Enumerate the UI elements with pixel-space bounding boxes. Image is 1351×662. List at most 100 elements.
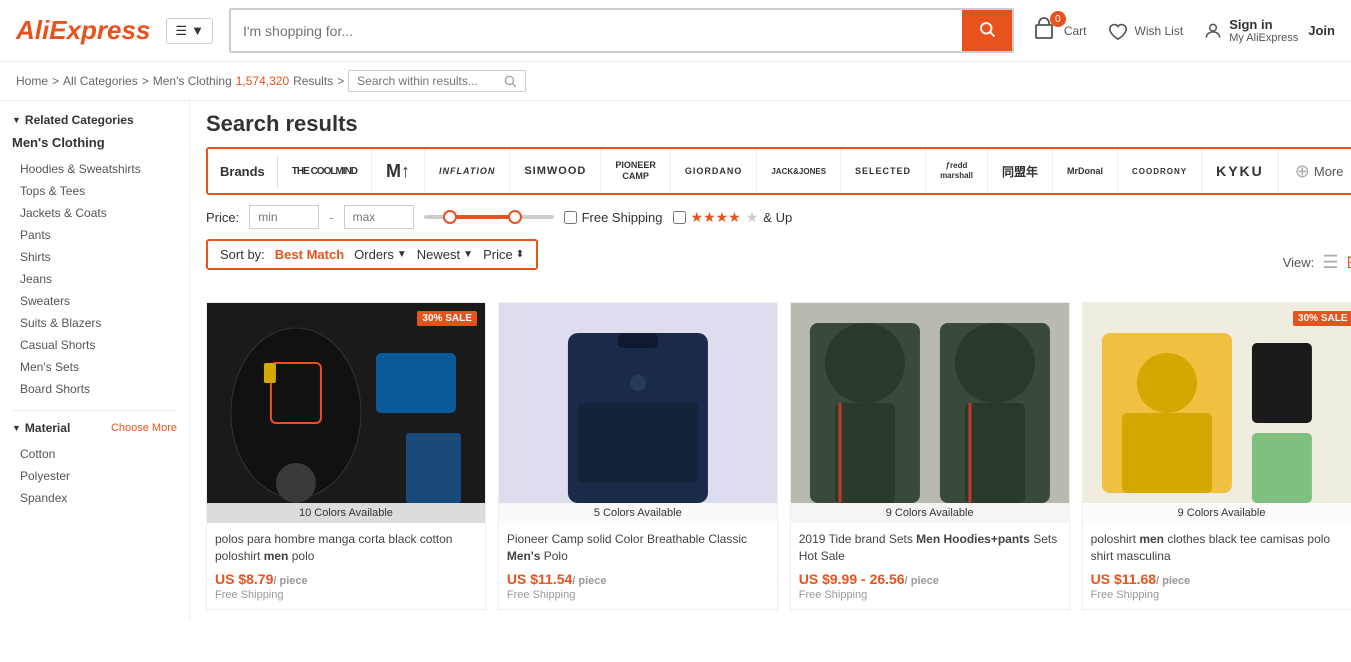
sidebar-item-suits[interactable]: Suits & Blazers <box>12 312 177 334</box>
brand-coolmind[interactable]: THE COOLMIND <box>278 149 372 193</box>
stars-full: ★★★★ <box>691 209 741 226</box>
grid-view-button[interactable]: ⊞ <box>1346 252 1351 273</box>
breadcrumb-sep1: > <box>52 74 59 88</box>
sidebar-material-spandex[interactable]: Spandex <box>12 487 177 509</box>
price-handle-right[interactable] <box>508 210 522 224</box>
view-label: View: <box>1283 255 1315 270</box>
price-min-input[interactable] <box>249 205 319 229</box>
product-price-unit-4: / piece <box>1156 575 1190 587</box>
sort-orders[interactable]: Orders▼ <box>354 247 407 262</box>
breadcrumb-home[interactable]: Home <box>16 74 48 88</box>
sidebar-item-jackets[interactable]: Jackets & Coats <box>12 202 177 224</box>
sale-badge-4: 30% SALE <box>1293 311 1351 326</box>
breadcrumb-sep2: > <box>142 74 149 88</box>
product-price-unit-3: / piece <box>905 575 939 587</box>
sort-price[interactable]: Price⬍ <box>483 247 524 262</box>
sidebar-item-pants[interactable]: Pants <box>12 224 177 246</box>
product-price-unit-2: / piece <box>572 575 606 587</box>
sort-label: Sort by: <box>220 247 265 262</box>
breadcrumb-count: 1,574,320 <box>236 74 289 88</box>
brand-pioneer[interactable]: PIONEERCAMP <box>601 149 671 193</box>
product-title-3: 2019 Tide brand Sets Men Hoodies+pants S… <box>799 531 1061 565</box>
brand-coodrony[interactable]: COODRONY <box>1118 149 1202 193</box>
price-range-slider[interactable] <box>424 215 554 219</box>
menu-toggle[interactable]: ☰ ▼ <box>166 18 213 44</box>
sidebar-item-board-shorts[interactable]: Board Shorts <box>12 378 177 400</box>
sidebar-item-shirts[interactable]: Shirts <box>12 246 177 268</box>
price-range-fill <box>450 215 515 219</box>
sidebar-item-hoodies[interactable]: Hoodies & Sweatshirts <box>12 158 177 180</box>
sidebar-item-jeans[interactable]: Jeans <box>12 268 177 290</box>
brand-m1[interactable]: M↑ <box>372 149 425 193</box>
price-max-input[interactable] <box>344 205 414 229</box>
brand-inflation[interactable]: INFLATION <box>425 149 510 193</box>
list-view-button[interactable]: ☰ <box>1322 252 1338 273</box>
view-toggle: View: ☰ ⊞ <box>1283 252 1351 273</box>
stars-checkbox[interactable] <box>673 211 686 224</box>
brand-chinese[interactable]: 同盟年 <box>988 149 1053 193</box>
product-image-2: 5 Colors Available <box>499 303 777 523</box>
product-card-4[interactable]: 30% SALE 9 Colors Available poloshirt me… <box>1082 302 1351 610</box>
search-within-icon[interactable] <box>503 74 517 88</box>
sidebar: Related Categories Men's Clothing Hoodie… <box>0 101 190 620</box>
signin-label[interactable]: Sign in <box>1229 17 1298 32</box>
logo: AliExpress <box>16 15 150 46</box>
sidebar-material-cotton[interactable]: Cotton <box>12 443 177 465</box>
product-card-1[interactable]: 30% SALE 10 Colors Available polos para … <box>206 302 486 610</box>
choose-more[interactable]: Choose More <box>111 422 177 434</box>
product-card-3[interactable]: 9 Colors Available 2019 Tide brand Sets … <box>790 302 1070 610</box>
related-categories-title: Related Categories <box>12 113 177 127</box>
brand-giordano[interactable]: GIORDANO <box>671 149 758 193</box>
stars-up-label: & Up <box>763 210 792 225</box>
price-handle-left[interactable] <box>443 210 457 224</box>
search-button[interactable] <box>962 10 1012 51</box>
brand-jack[interactable]: JACK&JONES <box>757 149 841 193</box>
breadcrumb-results-label: Results <box>293 74 333 88</box>
free-shipping-filter[interactable]: Free Shipping <box>564 210 663 225</box>
breadcrumb-category[interactable]: Men's Clothing <box>153 74 232 88</box>
product-title-4: poloshirt men clothes black tee camisas … <box>1091 531 1351 565</box>
breadcrumb-sep3: > <box>337 74 344 88</box>
join-label[interactable]: Join <box>1308 23 1335 38</box>
price-filter: Price: - Free Shipping ★★★★★ & Up <box>206 205 1351 229</box>
product-shipping-1: Free Shipping <box>215 589 477 601</box>
cart-icon-wrap: 0 <box>1030 17 1058 44</box>
stars-filter[interactable]: ★★★★★ & Up <box>673 209 793 226</box>
product-shipping-4: Free Shipping <box>1091 589 1351 601</box>
cart-button[interactable]: 0 Cart <box>1030 17 1087 44</box>
account-button[interactable]: Sign in My AliExpress Join <box>1203 17 1335 44</box>
sidebar-item-sweaters[interactable]: Sweaters <box>12 290 177 312</box>
account-icon <box>1203 20 1223 42</box>
search-within-input[interactable] <box>357 74 497 88</box>
menu-arrow: ▼ <box>191 23 204 38</box>
sidebar-item-casual-shorts[interactable]: Casual Shorts <box>12 334 177 356</box>
product-info-2: Pioneer Camp solid Color Breathable Clas… <box>499 523 777 609</box>
price-dash: - <box>329 210 333 225</box>
brand-items: THE COOLMIND M↑ INFLATION SIMWOOD PIONEE… <box>278 149 1279 193</box>
breadcrumb-all-categories[interactable]: All Categories <box>63 74 138 88</box>
brand-selected[interactable]: SELECTED <box>841 149 926 193</box>
product-price-2: US $11.54/ piece <box>507 571 769 587</box>
breadcrumb: Home > All Categories > Men's Clothing 1… <box>0 62 1351 101</box>
account-text: Sign in My AliExpress <box>1229 17 1298 44</box>
search-input[interactable] <box>231 15 962 47</box>
brand-mrdonal[interactable]: MrDonal <box>1053 149 1118 193</box>
sort-best-match[interactable]: Best Match <box>275 247 344 262</box>
myaliexpress-label[interactable]: My AliExpress <box>1229 32 1298 44</box>
content: Search results Brands THE COOLMIND M↑ IN… <box>190 101 1351 620</box>
product-price-3: US $9.99 - 26.56/ piece <box>799 571 1061 587</box>
sidebar-material-polyester[interactable]: Polyester <box>12 465 177 487</box>
more-button[interactable]: ⊕ More <box>1279 155 1351 188</box>
brand-simwood[interactable]: SIMWOOD <box>510 149 601 193</box>
wishlist-button[interactable]: Wish List <box>1107 21 1184 41</box>
sort-newest[interactable]: Newest▼ <box>417 247 473 262</box>
brands-label: Brands <box>208 156 278 187</box>
free-shipping-checkbox[interactable] <box>564 211 577 224</box>
brand-kyku[interactable]: KYKU <box>1202 149 1279 193</box>
sidebar-item-tops[interactable]: Tops & Tees <box>12 180 177 202</box>
product-card-2[interactable]: 5 Colors Available Pioneer Camp solid Co… <box>498 302 778 610</box>
product-image-3: 9 Colors Available <box>791 303 1069 523</box>
sidebar-item-mens-sets[interactable]: Men's Sets <box>12 356 177 378</box>
brand-fred[interactable]: ƒreddmarshall <box>926 149 988 193</box>
product-info-3: 2019 Tide brand Sets Men Hoodies+pants S… <box>791 523 1069 609</box>
